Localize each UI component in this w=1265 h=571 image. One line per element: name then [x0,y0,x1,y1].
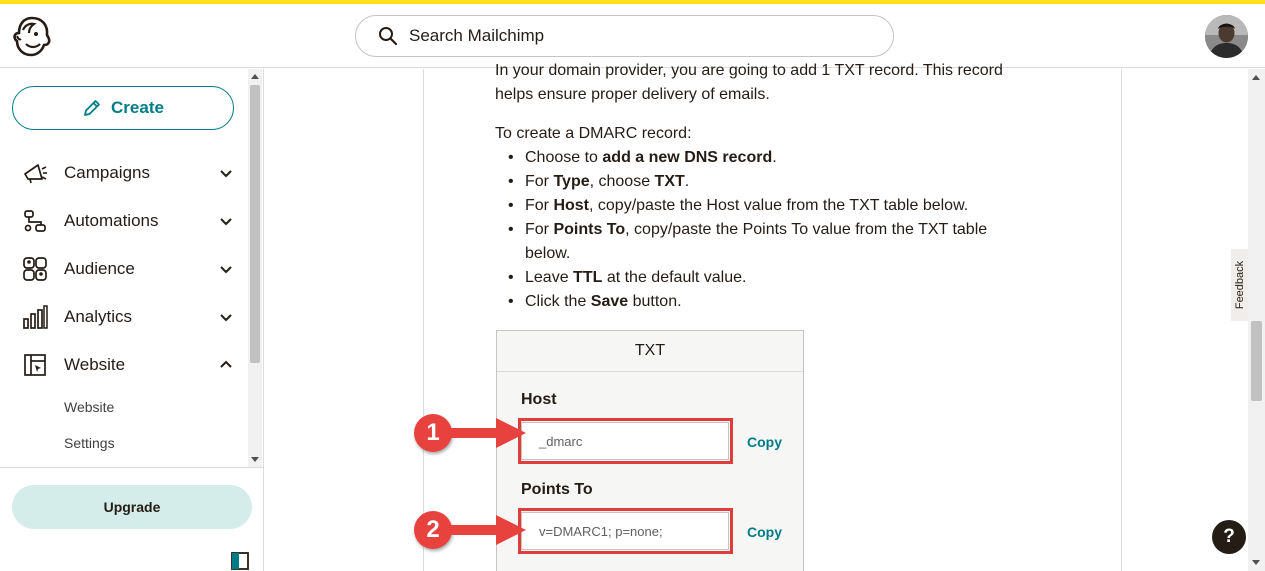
sidebar-item-label: Campaigns [64,163,150,182]
search-icon [379,27,398,46]
host-label: Host [521,391,557,408]
search-bar[interactable]: Search Mailchimp [355,15,894,57]
txt-table-header: TXT [497,331,803,372]
intro-line-1: In your domain provider, you are going t… [495,62,1003,79]
copy-points-to-button[interactable]: Copy [747,524,782,540]
chevron-down-icon[interactable] [218,213,234,229]
chevron-down-icon[interactable] [218,165,234,181]
step-item: For Type, choose TXT. [508,170,1025,194]
sidebar-scroll-thumb[interactable] [250,85,260,363]
upgrade-button[interactable]: Upgrade [12,485,252,529]
chevron-down-icon[interactable] [218,309,234,325]
sidebar-subitem-settings[interactable]: Settings [64,435,115,451]
help-button[interactable]: ? [1212,520,1246,554]
txt-record-table: TXT Host _dmarc Copy Points To v=DMARC1;… [496,330,804,571]
points-to-highlight-box [518,508,733,554]
arrow-right-icon [448,515,526,545]
step-item: Leave TTL at the default value. [508,266,1025,290]
sidebar-item-website[interactable]: Website [22,345,234,385]
sidebar-item-label: Analytics [64,307,133,326]
scroll-up-arrow-icon[interactable] [251,74,259,79]
chevron-up-icon[interactable] [218,357,234,373]
sidebar-item-analytics[interactable]: Analytics [22,297,234,337]
step-item: For Points To, copy/paste the Points To … [508,218,1025,266]
megaphone-icon [22,160,48,186]
pencil-icon [84,100,100,116]
copy-host-button[interactable]: Copy [747,434,782,450]
audience-icon [22,256,48,282]
host-highlight-box [518,418,733,464]
scroll-down-arrow-icon[interactable] [1252,560,1260,565]
steps-heading: To create a DMARC record: [495,125,692,142]
sidebar-item-label: Website [64,355,126,374]
steps-list: Choose to add a new DNS record. For Type… [508,146,1025,314]
main-scrollbar[interactable] [1248,69,1265,571]
points-to-label: Points To [521,481,593,498]
intro-line-2: helps ensure proper delivery of emails. [495,86,770,103]
sidebar-scrollbar[interactable] [248,69,262,467]
sidebar-item-label: Automations [64,211,159,230]
create-button[interactable]: Create [12,86,234,130]
step-item: Click the Save button. [508,290,1025,314]
collapse-sidebar-icon[interactable] [231,552,249,570]
main-scroll-thumb[interactable] [1251,321,1262,401]
sidebar-subitem-website[interactable]: Website [64,399,114,415]
sidebar-item-audience[interactable]: Audience [22,249,234,289]
bar-chart-icon [22,304,48,330]
sidebar: Create Campaigns Automations Audience An… [0,69,264,571]
user-avatar[interactable] [1205,15,1248,58]
arrow-right-icon [448,418,526,448]
main-content: In your domain provider, you are going t… [265,62,1248,571]
sidebar-item-label: Audience [64,259,135,278]
step-item: Choose to add a new DNS record. [508,146,1025,170]
sidebar-divider [0,467,263,468]
mailchimp-logo-icon[interactable] [12,14,52,58]
scroll-down-arrow-icon[interactable] [251,457,259,462]
create-label: Create [111,98,164,117]
step-item: For Host, copy/paste the Host value from… [508,194,1025,218]
feedback-label: Feedback [1234,260,1246,310]
feedback-tab[interactable]: Feedback [1231,249,1249,321]
scroll-up-arrow-icon[interactable] [1252,75,1260,80]
workflow-icon [22,208,48,234]
website-icon [22,352,48,378]
chevron-down-icon[interactable] [218,261,234,277]
sidebar-item-campaigns[interactable]: Campaigns [22,153,234,193]
sidebar-item-automations[interactable]: Automations [22,201,234,241]
search-placeholder: Search Mailchimp [409,26,545,45]
